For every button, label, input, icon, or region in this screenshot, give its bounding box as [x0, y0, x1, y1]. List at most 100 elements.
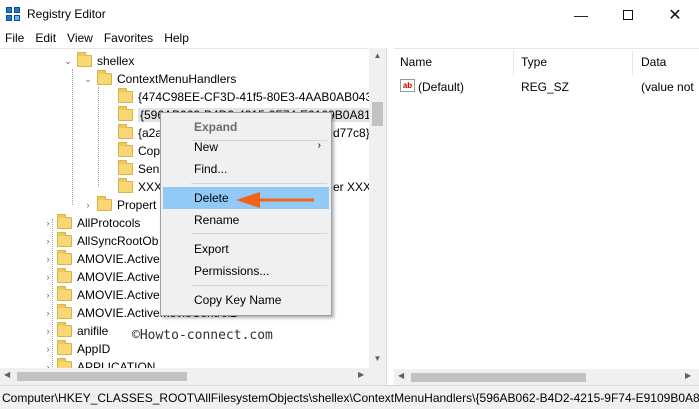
- tree-guide: [98, 87, 99, 187]
- tree-node-label: Propert: [117, 198, 157, 212]
- tree-node-root[interactable]: › AMOVIE.Active: [42, 286, 160, 304]
- menu-separator: [191, 233, 327, 234]
- column-divider[interactable]: [513, 51, 514, 75]
- tree-node-label: ContextMenuHandlers: [117, 72, 237, 86]
- scroll-thumb[interactable]: [17, 372, 187, 381]
- folder-icon: [118, 178, 133, 193]
- tree-node-label: AppID: [77, 342, 111, 356]
- tree-node-root[interactable]: › AMOVIE.Active: [42, 268, 160, 286]
- tree-node-handler[interactable]: XXX: [118, 178, 162, 196]
- menu-item-rename[interactable]: Rename: [163, 209, 329, 231]
- collapse-icon[interactable]: ⌄: [82, 74, 94, 85]
- list-horizontal-scrollbar[interactable]: ◀ ▶: [394, 369, 699, 386]
- tree-node-label-tail: er XXX: [333, 178, 371, 196]
- menu-item-new[interactable]: New ›: [163, 136, 329, 158]
- tree-node-label: anifile: [77, 324, 109, 338]
- minimize-button[interactable]: —: [558, 0, 604, 30]
- tree-node-label: XXX: [138, 180, 163, 194]
- folder-icon: [118, 88, 133, 103]
- scroll-thumb[interactable]: [411, 373, 586, 382]
- folder-icon: [118, 106, 133, 121]
- scroll-left-icon[interactable]: ◀: [4, 370, 10, 379]
- pane-splitter[interactable]: [386, 48, 394, 385]
- menu-item-find[interactable]: Find...: [163, 158, 329, 180]
- column-header-data[interactable]: Data: [641, 55, 666, 69]
- expand-icon[interactable]: ›: [82, 200, 94, 210]
- scroll-right-icon[interactable]: ▶: [358, 370, 364, 379]
- expand-icon[interactable]: ›: [42, 254, 54, 264]
- tree-node-label: {a2a: [138, 126, 163, 140]
- tree-node-label: AllSyncRootOb: [77, 234, 159, 248]
- expand-icon[interactable]: ›: [42, 308, 54, 318]
- string-value-icon: ab: [400, 79, 415, 92]
- tree-node-label: AMOVIE.Active: [77, 270, 160, 284]
- tree-node-root[interactable]: › AllProtocols: [42, 214, 140, 232]
- expand-icon[interactable]: ›: [42, 326, 54, 336]
- menu-item-export[interactable]: Export: [163, 238, 329, 260]
- tree-node-root[interactable]: › AppID: [42, 340, 110, 358]
- minimize-icon: —: [574, 7, 588, 23]
- scroll-down-icon[interactable]: ▼: [369, 354, 386, 363]
- folder-icon: [57, 286, 72, 301]
- folder-icon: [57, 232, 72, 247]
- menu-view[interactable]: View: [62, 30, 99, 48]
- menu-file[interactable]: File: [0, 30, 30, 48]
- watermark: ©Howto-connect.com: [132, 328, 273, 343]
- menu-item-label: New: [194, 140, 219, 154]
- menu-help[interactable]: Help: [159, 30, 195, 48]
- maximize-button[interactable]: [605, 0, 651, 30]
- tree-node-root[interactable]: › APPLICATION: [42, 358, 155, 368]
- values-list[interactable]: Name Type Data ab (Default) REG_SZ (valu…: [394, 48, 699, 386]
- folder-icon: [57, 358, 72, 368]
- menu-item-label: Copy Key Name: [194, 293, 282, 307]
- tree-node-shellex[interactable]: ⌄ shellex: [62, 52, 134, 70]
- menu-item-permissions[interactable]: Permissions...: [163, 260, 329, 282]
- menu-item-copy-key-name[interactable]: Copy Key Name: [163, 289, 329, 311]
- tree-node-label: d77c8}: [333, 126, 370, 140]
- column-header-name[interactable]: Name: [400, 55, 432, 69]
- menu-item-expand[interactable]: Expand: [163, 116, 329, 138]
- tree-node-root[interactable]: › AllSyncRootOb: [42, 232, 158, 250]
- value-name[interactable]: (Default): [418, 80, 464, 94]
- tree-node-label-tail: d77c8}: [333, 124, 370, 142]
- tree-node-label: APPLICATION: [77, 360, 156, 368]
- tree-node-properties[interactable]: › Propert: [82, 196, 156, 214]
- expand-icon[interactable]: ›: [42, 218, 54, 228]
- title-bar: Registry Editor — ✕: [0, 0, 699, 30]
- folder-icon: [118, 124, 133, 139]
- collapse-icon[interactable]: ⌄: [62, 56, 74, 67]
- tree-node-root[interactable]: › AMOVIE.Active: [42, 250, 160, 268]
- tree-node-handler[interactable]: {a2a: [118, 124, 162, 142]
- tree-horizontal-scrollbar[interactable]: ◀ ▶: [0, 368, 386, 385]
- menu-item-label: Export: [194, 242, 229, 256]
- column-header-type[interactable]: Type: [521, 55, 547, 69]
- tree-node-handler[interactable]: {474C98EE-CF3D-41f5-80E3-4AAB0AB04301}: [118, 88, 386, 106]
- scroll-thumb[interactable]: [372, 102, 383, 126]
- maximize-icon: [623, 10, 633, 20]
- menu-separator: [191, 183, 327, 184]
- value-type: REG_SZ: [521, 80, 570, 94]
- tree-node-contextmenuhandlers[interactable]: ⌄ ContextMenuHandlers: [82, 70, 236, 88]
- tree-node-handler[interactable]: Cop: [118, 142, 160, 160]
- menu-item-label: Find...: [194, 162, 228, 176]
- menu-item-label: Permissions...: [194, 264, 270, 278]
- scroll-left-icon[interactable]: ◀: [398, 371, 404, 380]
- scroll-right-icon[interactable]: ▶: [685, 371, 691, 380]
- tree-vertical-scrollbar[interactable]: ▲ ▼: [369, 48, 386, 368]
- submenu-arrow-icon: ›: [317, 140, 321, 151]
- tree-node-handler[interactable]: Sen: [118, 160, 159, 178]
- scroll-up-icon[interactable]: ▲: [369, 51, 386, 60]
- menu-edit[interactable]: Edit: [30, 30, 62, 48]
- expand-icon[interactable]: ›: [42, 344, 54, 354]
- tree-node-root[interactable]: › anifile: [42, 322, 108, 340]
- menu-favorites[interactable]: Favorites: [99, 30, 159, 48]
- close-button[interactable]: ✕: [652, 0, 698, 30]
- folder-icon: [57, 250, 72, 265]
- expand-icon[interactable]: ›: [42, 236, 54, 246]
- expand-icon[interactable]: ›: [42, 290, 54, 300]
- folder-icon: [118, 142, 133, 157]
- menu-item-label: Delete: [194, 191, 229, 205]
- column-divider[interactable]: [632, 51, 633, 75]
- registry-app-icon: [6, 7, 21, 22]
- expand-icon[interactable]: ›: [42, 272, 54, 282]
